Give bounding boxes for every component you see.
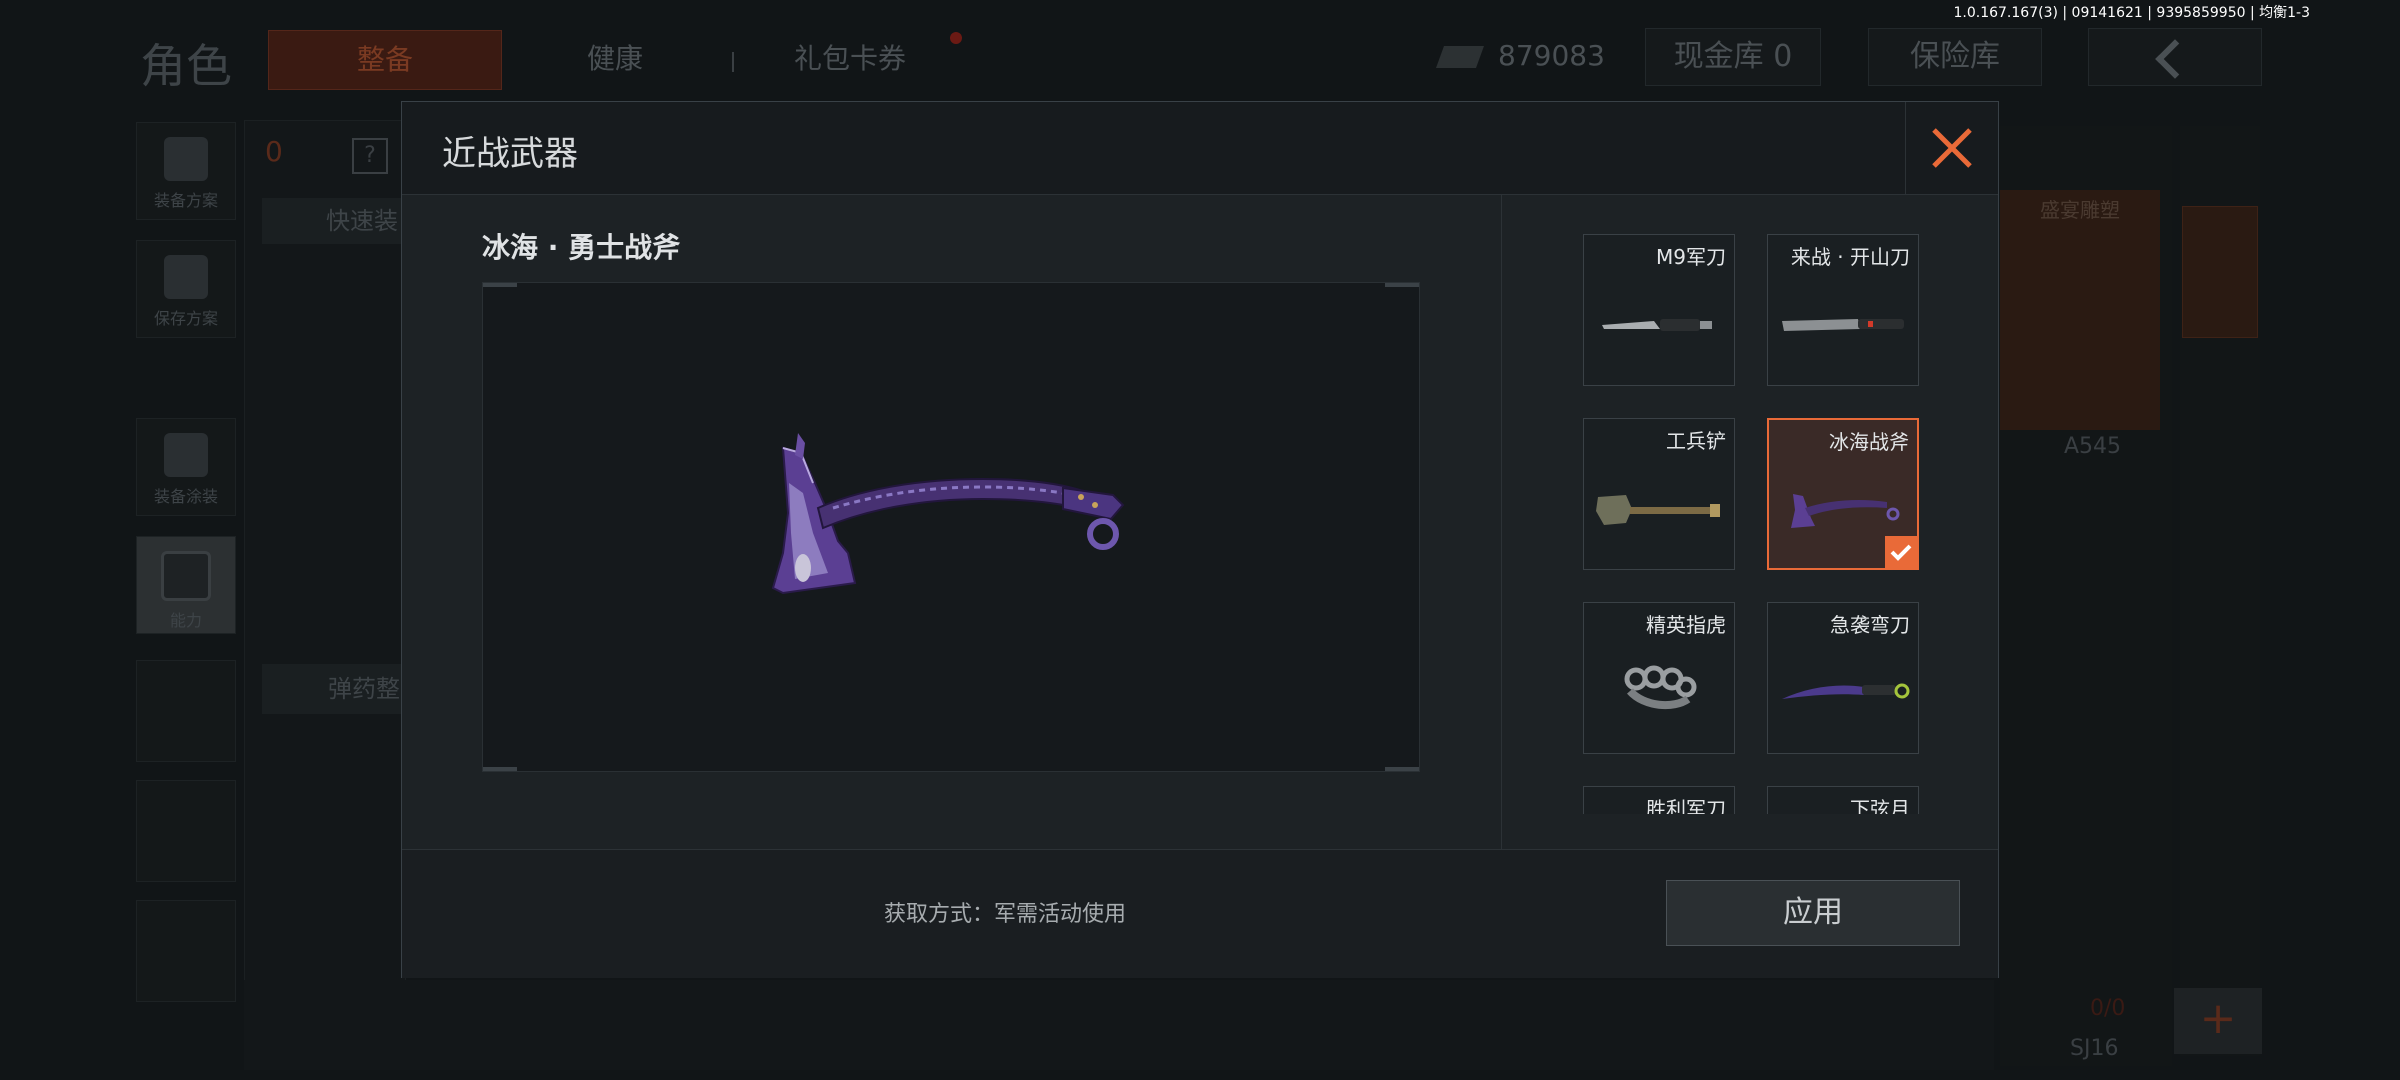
tomahawk-image: [771, 433, 1125, 595]
weapon-card-title: 盛宴雕塑: [2040, 198, 2120, 222]
shovel-icon: [1596, 495, 1720, 525]
tab-divider: [732, 52, 734, 72]
weapon-item-m9[interactable]: M9军刀: [1583, 234, 1735, 386]
ability-icon: [161, 551, 211, 601]
armor-count: 0: [265, 135, 283, 168]
frame-corner: [483, 767, 517, 771]
karambit-icon: [1782, 683, 1910, 699]
quick-equip-button[interactable]: 快速装: [262, 198, 402, 244]
melee-weapon-dialog: 近战武器 冰海 · 勇士战斧 M9军刀 来战 · 开山刀 工兵铲 冰海战斧 精英…: [401, 101, 1999, 978]
money-amount: 879083: [1498, 39, 1605, 72]
sidebar-item-label: 能力: [169, 611, 202, 630]
cash-icon: [1435, 46, 1485, 68]
sidebar-item-paint[interactable]: 装备涂装: [136, 418, 236, 516]
tab-health[interactable]: 健康: [560, 30, 670, 88]
bayonet-knife-icon: [1602, 319, 1712, 331]
tab-prepare[interactable]: 整备: [268, 30, 502, 90]
role-title: 角色: [140, 39, 232, 93]
item-label: 急袭弯刀: [1830, 613, 1910, 637]
help-icon[interactable]: ?: [352, 138, 388, 174]
tab-gift-cards[interactable]: 礼包卡券: [760, 30, 940, 88]
acquire-method-text: 获取方式：军需活动使用: [884, 902, 1127, 927]
dialog-header: 近战武器: [402, 102, 1998, 195]
add-button[interactable]: +: [2174, 988, 2262, 1054]
weapon-item-shovel[interactable]: 工兵铲: [1583, 418, 1735, 570]
machete-icon: [1782, 319, 1904, 331]
weapon-list[interactable]: M9军刀 来战 · 开山刀 工兵铲 冰海战斧 精英指虎 急袭弯刀 胜利军刀 下弦…: [1502, 194, 1998, 814]
weapon-item-machete[interactable]: 来战 · 开山刀: [1767, 234, 1919, 386]
paint-icon: [164, 433, 208, 477]
weapon-card[interactable]: [2000, 190, 2160, 430]
sidebar-slot: [136, 900, 236, 1002]
sidebar-item-label: 装备方案: [153, 191, 218, 210]
item-label: 来战 · 开山刀: [1790, 245, 1910, 269]
weapon-item-knuckles[interactable]: 精英指虎: [1583, 602, 1735, 754]
close-button[interactable]: [1905, 102, 1998, 194]
item-label: 胜利军刀: [1646, 797, 1726, 814]
back-button[interactable]: [2088, 28, 2262, 86]
weapon-ammo-label: A545: [2064, 434, 2122, 459]
weapon-preview[interactable]: [482, 282, 1420, 772]
close-icon: [1932, 128, 1972, 168]
sidebar-item-label: 保存方案: [153, 309, 218, 328]
sidebar-slot: [136, 780, 236, 882]
weapon-model-label: SJ16: [2070, 1036, 2119, 1061]
bottom-slots: [244, 980, 1994, 1070]
notification-dot: [950, 32, 962, 44]
safe-button[interactable]: 保险库: [1868, 28, 2042, 86]
cash-vault-button[interactable]: 现金库 0: [1645, 28, 1821, 86]
dialog-footer: 获取方式：军需活动使用 应用: [402, 849, 1998, 978]
item-label: 精英指虎: [1646, 613, 1726, 637]
item-label: 下弦月: [1850, 797, 1910, 814]
back-arrow-icon: [2155, 39, 2195, 79]
sidebar-item-label: 装备涂装: [153, 487, 218, 506]
ammo-sort-button[interactable]: 弹药整: [262, 664, 402, 714]
selected-check-icon: [1885, 536, 1917, 568]
weapon-item-tomahawk[interactable]: 冰海战斧: [1767, 418, 1919, 570]
version-info: 1.0.167.167(3) | 09141621 | 9395859950 |…: [1953, 5, 2311, 21]
equipment-panel: [244, 120, 406, 1062]
sidebar-item-loadout[interactable]: 装备方案: [136, 122, 236, 220]
vest-icon: [164, 137, 208, 181]
frame-corner: [1385, 283, 1419, 287]
apply-button[interactable]: 应用: [1666, 880, 1960, 946]
weapon-item-victory-knife[interactable]: 胜利军刀: [1583, 786, 1735, 814]
frame-corner: [483, 283, 517, 287]
frame-corner: [1385, 767, 1419, 771]
sidebar-item-ability[interactable]: 能力: [136, 536, 236, 634]
sidebar-slot: [136, 660, 236, 762]
sidebar-item-save[interactable]: 保存方案: [136, 240, 236, 338]
item-label: M9军刀: [1656, 245, 1726, 269]
category-selected[interactable]: [2182, 206, 2258, 338]
dialog-title: 近战武器: [442, 134, 578, 174]
weapon-item-karambit[interactable]: 急袭弯刀: [1767, 602, 1919, 754]
brass-knuckles-icon: [1624, 665, 1697, 710]
ammo-count: 0/0: [2090, 996, 2126, 1021]
item-label: 冰海战斧: [1829, 430, 1909, 454]
money-display: 879083: [1435, 28, 1605, 84]
download-icon: [164, 255, 208, 299]
item-label: 工兵铲: [1666, 429, 1726, 453]
weapon-preview-area: 冰海 · 勇士战斧: [402, 194, 1502, 849]
weapon-name: 冰海 · 勇士战斧: [482, 231, 681, 264]
weapon-item-crescent[interactable]: 下弦月: [1767, 786, 1919, 814]
